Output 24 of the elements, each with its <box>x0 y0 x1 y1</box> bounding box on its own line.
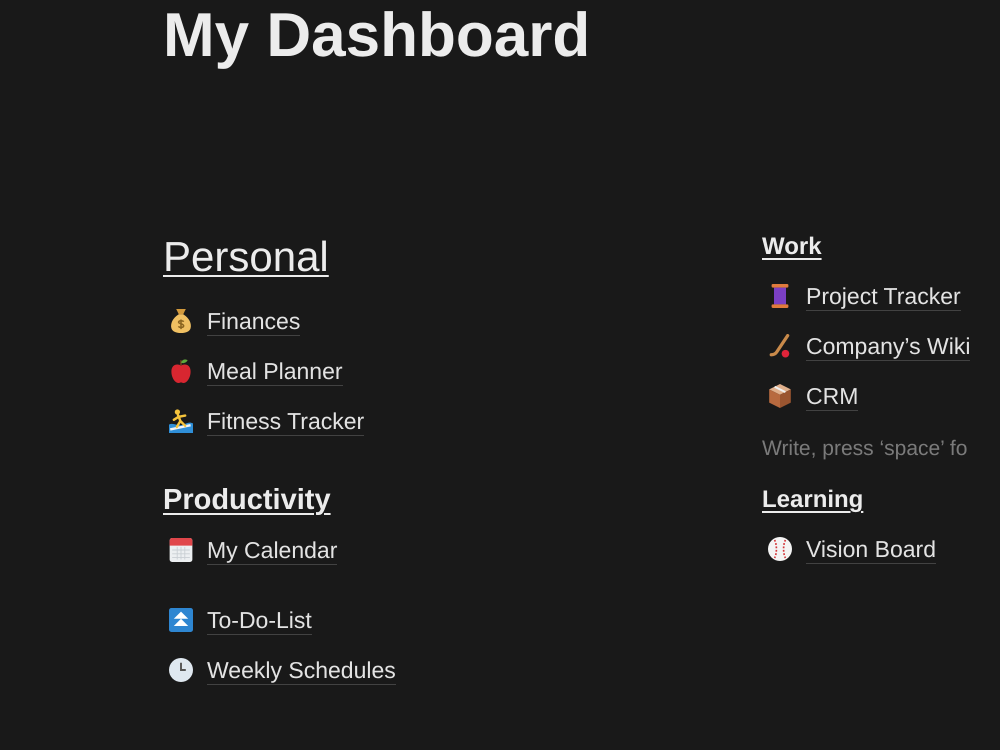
page-link[interactable]: To-Do-List <box>207 606 312 634</box>
page-link[interactable]: Finances <box>207 306 300 336</box>
page-link[interactable]: Project Tracker <box>806 282 961 310</box>
hockey-stick-icon <box>768 334 792 358</box>
page-link[interactable]: My Calendar <box>207 536 338 564</box>
page-title: My Dashboard <box>163 5 590 67</box>
section-heading: Productivity <box>163 483 331 518</box>
section-heading: Personal <box>163 232 329 282</box>
page-link[interactable]: Company’s Wiki <box>806 332 970 360</box>
apple-icon <box>169 359 193 383</box>
page-link[interactable]: CRM <box>806 382 858 410</box>
clock-icon <box>169 658 193 682</box>
page-link[interactable]: Weekly Schedules <box>207 656 396 684</box>
baseball-icon <box>768 537 792 561</box>
package-icon <box>768 384 792 408</box>
surfer-icon <box>169 409 193 433</box>
calendar-icon <box>169 538 193 562</box>
text-block-field[interactable]: Write, press ‘space’ fo <box>762 424 1000 474</box>
page-link[interactable]: Fitness Tracker <box>207 406 364 436</box>
page-link[interactable]: Meal Planner <box>207 356 343 386</box>
section-heading: Work <box>762 232 822 262</box>
page-link[interactable]: Vision Board <box>806 534 936 564</box>
section-heading: Learning <box>762 485 864 515</box>
money-bag-icon <box>169 309 193 333</box>
